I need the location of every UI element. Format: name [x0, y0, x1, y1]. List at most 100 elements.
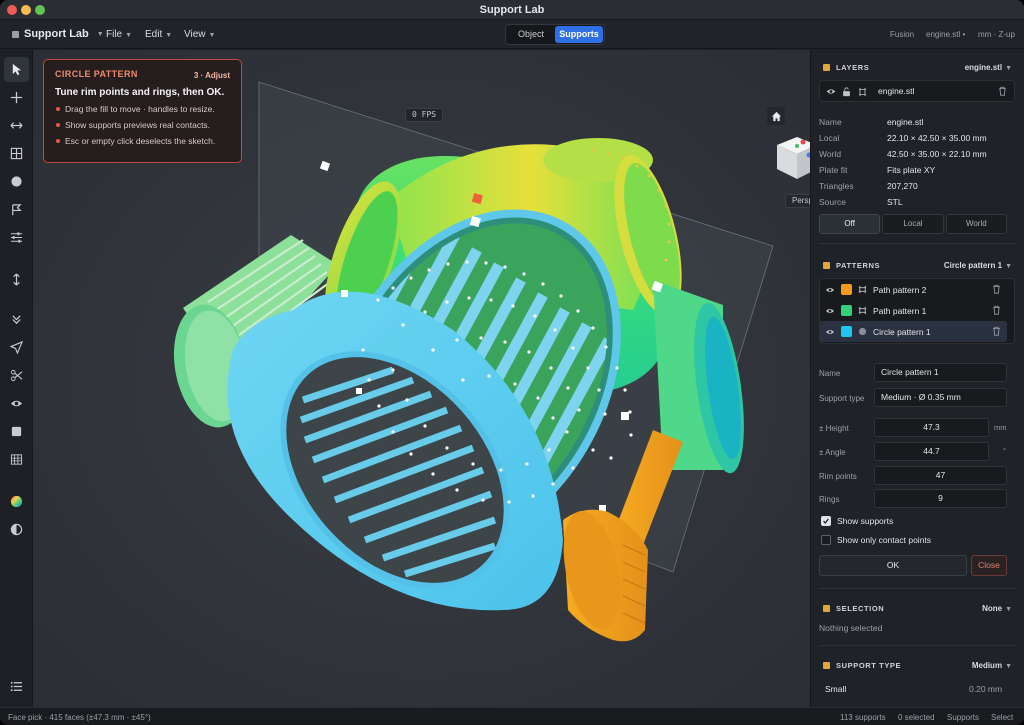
pattern-row-path-1[interactable]: Path pattern 1	[819, 300, 1007, 321]
grid-tool[interactable]	[4, 141, 29, 166]
cut-tool[interactable]	[4, 363, 29, 388]
pattern-color-swatch[interactable]	[841, 305, 852, 316]
unlock-icon[interactable]	[842, 87, 851, 97]
lock-icon	[823, 605, 830, 612]
patterns-header[interactable]: PATTERNS	[823, 261, 880, 270]
height-input[interactable]: 47.3	[874, 418, 989, 437]
move-icon	[10, 91, 23, 104]
contrast-tool[interactable]	[4, 517, 29, 542]
pattern-name-input[interactable]: Circle pattern 1	[874, 363, 1007, 382]
eye-icon[interactable]	[825, 307, 835, 315]
add-tool[interactable]	[4, 85, 29, 110]
trash-icon[interactable]	[992, 284, 1001, 294]
support-type-current[interactable]: Medium ▼	[972, 661, 1012, 670]
trash-icon[interactable]	[992, 326, 1001, 336]
lock-icon	[823, 262, 830, 269]
chevron-down-icon: ▼	[208, 32, 216, 39]
tab-supports[interactable]: Supports	[555, 26, 603, 43]
support-type-select[interactable]: Medium · Ø 0.35 mm	[874, 388, 1007, 407]
resize-icon	[10, 122, 23, 129]
trash-icon[interactable]	[998, 86, 1007, 96]
home-view-button[interactable]	[767, 107, 785, 125]
angle-label: ± Angle	[819, 448, 846, 457]
pattern-row-path-2[interactable]: Path pattern 2	[819, 279, 1007, 300]
selection-header[interactable]: SELECTION	[823, 604, 884, 613]
eye-icon	[10, 400, 23, 407]
handle[interactable]	[356, 388, 362, 394]
pattern-row-circle-1[interactable]: Circle pattern 1	[819, 321, 1007, 342]
height-tool[interactable]	[4, 267, 29, 292]
contrast-icon	[10, 523, 23, 536]
menu-edit[interactable]: Edit ▼	[145, 29, 172, 40]
path-pattern-icon	[858, 306, 867, 315]
solid-tool[interactable]	[4, 419, 29, 444]
flag-tool[interactable]	[4, 197, 29, 222]
rim-points-input[interactable]: 47	[874, 466, 1007, 485]
pattern-color-swatch[interactable]	[841, 284, 852, 295]
trash-icon[interactable]	[992, 305, 1001, 315]
menu-view[interactable]: View ▼	[184, 29, 215, 40]
sliders-tool[interactable]	[4, 225, 29, 250]
layer-row-engine[interactable]: engine.stl	[819, 80, 1015, 102]
eye-icon[interactable]	[825, 286, 835, 294]
list-tool[interactable]	[4, 674, 29, 699]
status-pick-info: Face pick · 415 faces (±47.3 mm · ±45°)	[8, 713, 151, 722]
show-supports-label: Show supports	[837, 516, 894, 526]
selection-current[interactable]: None ▼	[982, 604, 1012, 613]
prop-local-label: Local	[819, 133, 840, 143]
collapse-tool[interactable]	[4, 307, 29, 332]
ok-button[interactable]: OK	[819, 555, 967, 576]
rings-input[interactable]: 9	[874, 489, 1007, 508]
handle[interactable]	[621, 412, 629, 420]
gizmo-world[interactable]: World	[945, 214, 1007, 234]
layers-header[interactable]: LAYERS	[823, 63, 869, 72]
gizmo-local[interactable]: Local	[882, 214, 944, 234]
hint-item: Show supports previews real contacts.	[55, 120, 230, 130]
projection-toggle[interactable]: Persp	[785, 194, 810, 208]
app-name: Support Lab	[24, 28, 89, 40]
patterns-current[interactable]: Circle pattern 1 ▼	[944, 261, 1012, 270]
send-icon	[10, 341, 23, 354]
tab-object[interactable]: Object	[507, 26, 555, 43]
close-button[interactable]: Close	[971, 555, 1007, 576]
show-supports-checkbox[interactable]	[821, 516, 831, 526]
resize-tool[interactable]	[4, 113, 29, 138]
eye-icon[interactable]	[825, 328, 835, 336]
visibility-tool[interactable]	[4, 391, 29, 416]
cut-icon	[10, 369, 23, 382]
mode-switch: Object Supports	[505, 24, 605, 45]
pattern-color-swatch[interactable]	[841, 326, 852, 337]
chevron-down-icon: ▼	[1005, 606, 1012, 613]
layers-current[interactable]: engine.stl ▼	[965, 63, 1012, 72]
height-label: ± Height	[819, 424, 849, 433]
app-menu[interactable]: Support Lab ▼	[12, 28, 104, 40]
file-label[interactable]: engine.stl •	[926, 30, 965, 39]
hint-item: Esc or empty click deselects the sketch.	[55, 136, 230, 146]
frame-icon[interactable]	[858, 87, 867, 97]
flag-icon	[12, 204, 22, 216]
show-contacts-checkbox[interactable]	[821, 535, 831, 545]
circle-pattern-icon	[858, 327, 867, 336]
fps-counter: 0 FPS	[405, 108, 444, 122]
prop-triangles-label: Triangles	[819, 181, 854, 191]
gizmo-off[interactable]: Off	[819, 214, 881, 234]
handle[interactable]	[341, 290, 348, 297]
sphere-tool[interactable]	[4, 169, 29, 194]
divider	[819, 243, 1016, 244]
inspector-panel: LAYERS engine.stl ▼ engine.stl Name engin…	[810, 50, 1024, 707]
chevron-down-icon: ▼	[1005, 65, 1012, 72]
support-type-small-label[interactable]: Small	[825, 684, 846, 694]
prop-source-label: Source	[819, 197, 846, 207]
send-tool[interactable]	[4, 335, 29, 360]
color-tool[interactable]	[4, 489, 29, 514]
eye-icon[interactable]	[826, 87, 836, 96]
select-tool[interactable]	[4, 57, 29, 82]
menu-file[interactable]: File ▼	[106, 29, 132, 40]
table-tool[interactable]	[4, 447, 29, 472]
status-supports-count: 113 supports	[840, 713, 886, 722]
checkmark-icon	[823, 518, 829, 525]
angle-input[interactable]: 44.7	[874, 442, 989, 461]
units-label[interactable]: mm · Z-up	[978, 30, 1015, 39]
support-type-header[interactable]: SUPPORT TYPE	[823, 661, 901, 670]
nav-cube[interactable]	[773, 135, 810, 185]
